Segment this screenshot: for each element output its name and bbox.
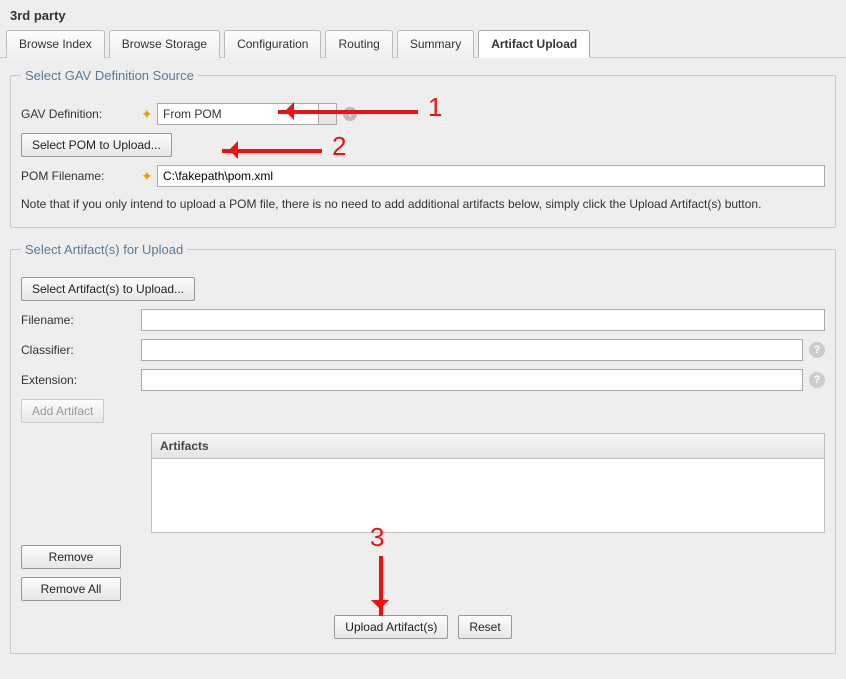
filename-label: Filename: [21,313,141,327]
info-icon: i [343,107,357,121]
pom-filename-input[interactable] [157,165,825,187]
required-star-icon: ✦ [141,106,151,123]
tab-configuration[interactable]: Configuration [224,30,321,58]
filename-input[interactable] [141,309,825,331]
select-pom-button[interactable]: Select POM to Upload... [21,133,172,157]
gav-definition-label: GAV Definition: [21,107,141,121]
classifier-label: Classifier: [21,343,141,357]
tab-bar: Browse Index Browse Storage Configuratio… [0,29,846,58]
remove-all-button[interactable]: Remove All [21,577,121,601]
add-artifact-button[interactable]: Add Artifact [21,399,104,423]
artifacts-list-header: Artifacts [152,434,824,459]
page-title: 3rd party [0,0,846,29]
required-star-icon: ✦ [141,168,151,185]
tab-artifact-upload[interactable]: Artifact Upload [478,30,590,58]
help-icon[interactable]: ? [809,342,825,358]
tab-browse-index[interactable]: Browse Index [6,30,105,58]
tab-routing[interactable]: Routing [325,30,392,58]
upload-artifacts-button[interactable]: Upload Artifact(s) [334,615,448,639]
classifier-input[interactable] [141,339,803,361]
pom-note-text: Note that if you only intend to upload a… [21,195,825,213]
tab-browse-storage[interactable]: Browse Storage [109,30,220,58]
reset-button[interactable]: Reset [458,615,511,639]
tab-summary[interactable]: Summary [397,30,474,58]
remove-button[interactable]: Remove [21,545,121,569]
gav-definition-value: From POM [163,107,222,121]
gav-definition-select[interactable]: From POM [157,103,337,125]
gav-legend: Select GAV Definition Source [21,68,198,83]
artifact-legend: Select Artifact(s) for Upload [21,242,187,257]
artifact-upload-fieldset: Select Artifact(s) for Upload Select Art… [10,242,836,654]
help-icon[interactable]: ? [809,372,825,388]
extension-label: Extension: [21,373,141,387]
chevron-down-icon [318,104,336,124]
pom-filename-label: POM Filename: [21,169,141,183]
extension-input[interactable] [141,369,803,391]
artifacts-list: Artifacts [151,433,825,533]
select-artifacts-button[interactable]: Select Artifact(s) to Upload... [21,277,195,301]
gav-definition-fieldset: Select GAV Definition Source GAV Definit… [10,68,836,228]
